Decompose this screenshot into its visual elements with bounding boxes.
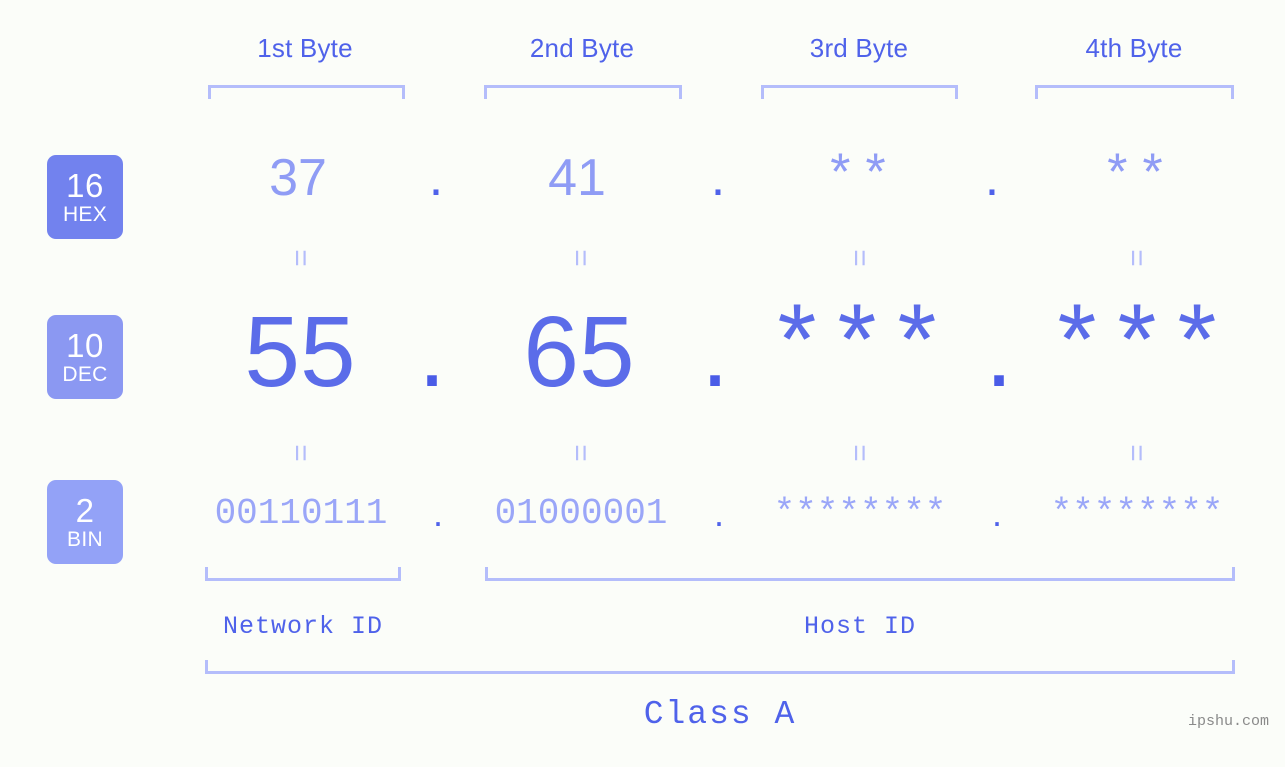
- byte-header-3: 3rd Byte: [809, 33, 909, 63]
- base-badge-hex: 16 HEX: [47, 155, 123, 239]
- bin-byte-2: 01000001: [494, 493, 668, 534]
- bin-byte-1: 00110111: [214, 493, 388, 534]
- hex-separator-1: .: [428, 149, 444, 207]
- network-id-label: Network ID: [222, 612, 384, 641]
- dec-separator-3: .: [985, 296, 1013, 408]
- hex-separator-2: .: [710, 149, 726, 207]
- base-badge-hex-name: HEX: [62, 203, 108, 226]
- class-bracket: [205, 660, 1235, 674]
- base-badge-dec-number: 10: [66, 327, 104, 364]
- dec-separator-1: .: [418, 296, 446, 408]
- bin-separator-1: .: [432, 493, 443, 534]
- network-id-bracket: [205, 567, 401, 581]
- byte-bracket-2: [484, 85, 682, 99]
- byte-header-2: 2nd Byte: [529, 33, 635, 63]
- base-badge-bin: 2 BIN: [47, 480, 123, 564]
- bin-byte-4: ********: [1050, 493, 1224, 534]
- base-badge-dec: 10 DEC: [47, 315, 123, 399]
- base-badge-dec-name: DEC: [62, 363, 108, 386]
- byte-header-4: 4th Byte: [1085, 33, 1183, 63]
- watermark: ipshu.com: [1187, 713, 1269, 730]
- bin-separator-2: .: [713, 493, 724, 534]
- class-label: Class A: [643, 696, 797, 733]
- byte-bracket-3: [761, 85, 958, 99]
- base-badge-bin-name: BIN: [67, 528, 103, 551]
- hex-separator-3: .: [984, 149, 1000, 207]
- byte-header-1: 1st Byte: [257, 33, 353, 63]
- ip-breakdown-diagram: 1st Byte 2nd Byte 3rd Byte 4th Byte 16 H…: [0, 0, 1285, 767]
- byte-bracket-4: [1035, 85, 1234, 99]
- bin-byte-3: ********: [773, 493, 947, 534]
- bin-separator-3: .: [991, 493, 1002, 534]
- dec-separator-2: .: [701, 296, 729, 408]
- host-id-bracket: [485, 567, 1235, 581]
- base-badge-hex-number: 16: [66, 167, 104, 204]
- base-badge-bin-number: 2: [75, 492, 95, 529]
- byte-bracket-1: [208, 85, 405, 99]
- host-id-label: Host ID: [803, 612, 917, 641]
